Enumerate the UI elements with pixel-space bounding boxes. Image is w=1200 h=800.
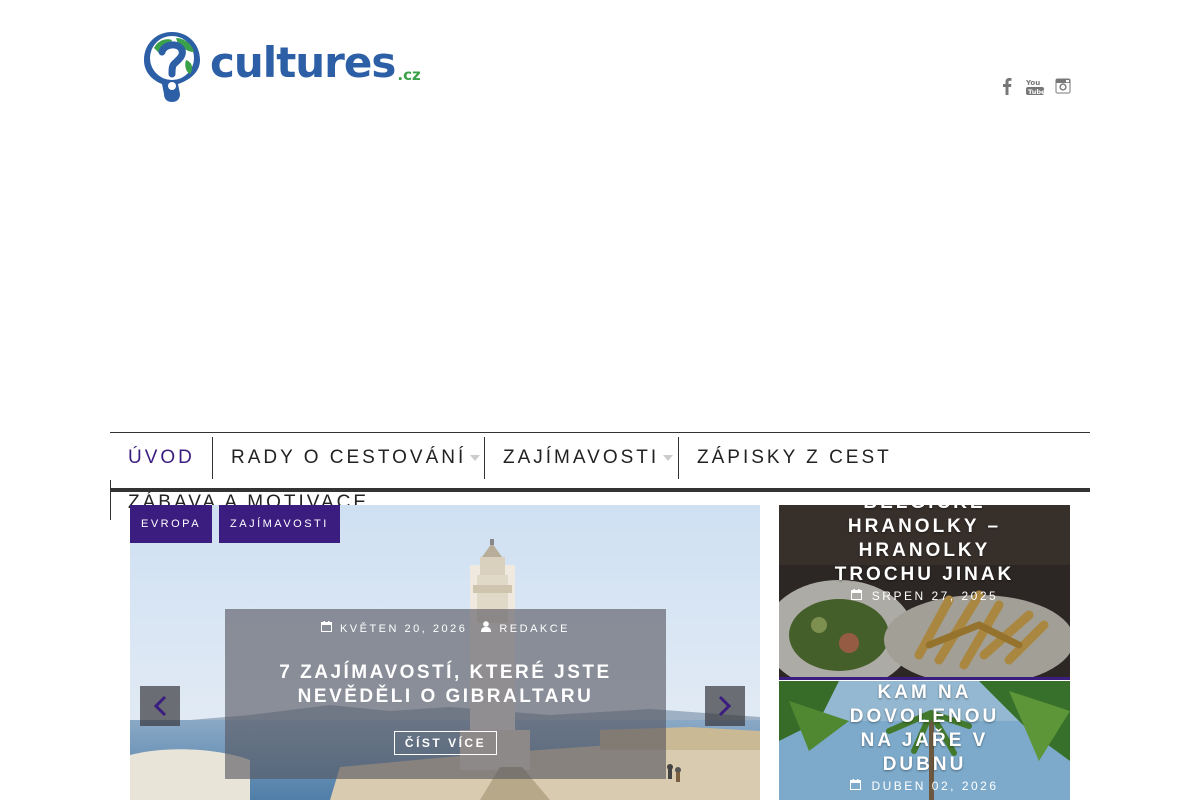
logo-tld: .cz: [397, 66, 421, 84]
nav-item-label: ZAJÍMAVOSTI: [503, 447, 660, 468]
slider-prev-button[interactable]: [140, 686, 180, 726]
user-icon: [481, 621, 492, 632]
nav-item-zajimavosti[interactable]: ZAJÍMAVOSTI: [503, 437, 674, 479]
youtube-icon[interactable]: You Tube: [1026, 76, 1044, 96]
svg-text:Tube: Tube: [1028, 88, 1044, 95]
nav-separator: [678, 437, 679, 479]
card-divider: [779, 677, 1070, 680]
calendar-icon: [850, 589, 862, 600]
calendar-icon: [850, 779, 862, 790]
side-post-date: SRPEN 27, 2025: [871, 589, 999, 603]
slide-title[interactable]: 7 ZAJÍMAVOSTÍ, KTERÉ JSTE NEVĚDĚLI O GIB…: [255, 661, 636, 709]
chevron-left-icon: [153, 695, 167, 717]
read-more-button[interactable]: ČÍST VÍCE: [393, 731, 498, 755]
chevron-right-icon: [718, 695, 732, 717]
side-post-title[interactable]: BELGICKÉ HRANOLKY – HRANOLKY TROCHU JINA…: [779, 505, 1070, 587]
nav-separator: [110, 480, 111, 520]
main-nav: ÚVOD RADY O CESTOVÁNÍ ZAJÍMAVOSTI ZÁPISK…: [110, 437, 1090, 479]
nav-separator: [484, 437, 485, 479]
nav-item-label: ZÁPISKY Z CEST: [697, 447, 892, 468]
instagram-icon[interactable]: [1054, 76, 1072, 96]
nav-item-label: ÚVOD: [128, 447, 195, 468]
nav-item-rady-o-cestovani[interactable]: RADY O CESTOVÁNÍ: [231, 437, 481, 479]
featured-slider: EVROPA ZAJÍMAVOSTI KVĚTEN 20, 2026 REDAK…: [130, 505, 760, 800]
svg-text:You: You: [1026, 79, 1040, 87]
calendar-icon: [320, 621, 332, 632]
page: cultures .cz You Tube ÚVOD RADY O CESTOV…: [0, 0, 1200, 800]
side-post-title[interactable]: KAM NA DOVOLENOU NA JAŘE V DUBNU: [779, 681, 1070, 777]
nav-item-uvod[interactable]: ÚVOD: [128, 437, 195, 479]
side-post-card[interactable]: BELGICKÉ HRANOLKY – HRANOLKY TROCHU JINA…: [779, 505, 1070, 678]
side-post-date: DUBEN 02, 2026: [871, 779, 999, 793]
nav-item-zapisky-z-cest[interactable]: ZÁPISKY Z CEST: [697, 437, 892, 479]
social-links: You Tube: [998, 76, 1072, 96]
nav-separator: [212, 437, 213, 479]
slider-next-button[interactable]: [705, 686, 745, 726]
facebook-icon[interactable]: [998, 76, 1016, 96]
nav-item-label: RADY O CESTOVÁNÍ: [231, 447, 467, 468]
chevron-down-icon: [663, 455, 674, 461]
nav-top-divider: [110, 432, 1090, 433]
logo-text: cultures: [210, 38, 396, 87]
tag-zajimavosti[interactable]: ZAJÍMAVOSTI: [219, 505, 340, 543]
post-date: KVĚTEN 20, 2026: [339, 623, 468, 635]
tag-evropa[interactable]: EVROPA: [130, 505, 213, 543]
slide-caption: KVĚTEN 20, 2026 REDAKCE 7 ZAJÍMAVOSTÍ, K…: [225, 609, 666, 779]
post-author[interactable]: REDAKCE: [499, 623, 570, 635]
post-meta: KVĚTEN 20, 2026 REDAKCE: [225, 621, 666, 635]
globe-question-logo-icon: [144, 32, 200, 102]
side-post-card[interactable]: KAM NA DOVOLENOU NA JAŘE V DUBNU DUBEN 0…: [779, 681, 1070, 800]
category-tags: EVROPA ZAJÍMAVOSTI: [130, 505, 340, 543]
site-logo[interactable]: cultures .cz: [142, 30, 421, 104]
chevron-down-icon: [470, 455, 481, 461]
